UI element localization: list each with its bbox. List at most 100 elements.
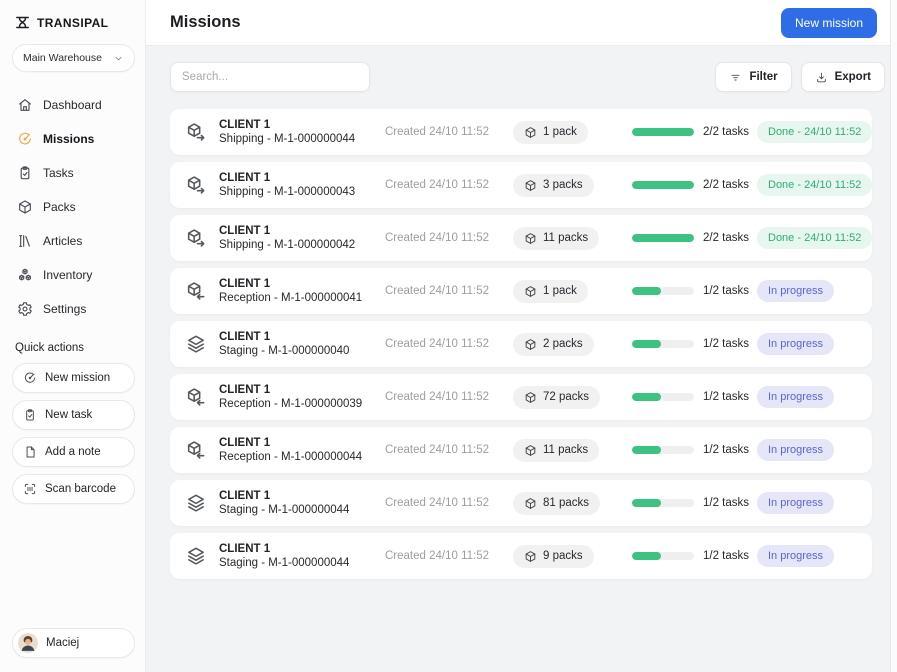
mission-row[interactable]: CLIENT 1Shipping - M-1-000000042Created … <box>170 215 872 261</box>
clipboard-icon <box>17 165 33 181</box>
mission-status-cell: In progress <box>757 280 858 302</box>
mission-packs-cell: 11 packs <box>513 227 632 250</box>
tasks-count: 2/2 tasks <box>703 232 749 244</box>
mission-status-cell: Done - 24/10 11:52 <box>757 174 872 196</box>
target-icon <box>17 131 33 147</box>
progress-bar-fill <box>632 552 661 560</box>
status-badge: In progress <box>757 280 834 302</box>
brand-logo: TRANSIPAL <box>12 14 135 31</box>
mission-created: Created 24/10 11:52 <box>385 232 513 244</box>
staging-layers-icon <box>185 492 207 514</box>
mission-client: CLIENT 1 <box>219 437 362 449</box>
package-icon <box>524 497 537 510</box>
package-icon <box>524 179 537 192</box>
mission-row[interactable]: CLIENT 1Reception - M-1-000000044Created… <box>170 427 872 473</box>
tasks-count: 1/2 tasks <box>703 338 749 350</box>
mission-row[interactable]: CLIENT 1Reception - M-1-000000039Created… <box>170 374 872 420</box>
warehouse-selector-value: Main Warehouse <box>23 52 102 64</box>
sidebar-item-settings[interactable]: Settings <box>12 294 135 324</box>
mission-main: CLIENT 1Shipping - M-1-000000043 <box>185 172 385 198</box>
sidebar: TRANSIPAL Main Warehouse Dashboard Missio… <box>0 0 146 672</box>
mission-created: Created 24/10 11:52 <box>385 497 513 509</box>
status-badge: Done - 24/10 11:52 <box>757 227 872 249</box>
scrollbar-gutter[interactable] <box>890 0 897 672</box>
mission-created: Created 24/10 11:52 <box>385 338 513 350</box>
shipping-box-icon <box>185 121 207 143</box>
status-badge: In progress <box>757 439 834 461</box>
mission-row[interactable]: CLIENT 1 Staging - M-1-000000044 Created 2… <box>170 480 872 526</box>
sidebar-item-label: Settings <box>43 302 86 316</box>
packs-badge: 2 packs <box>513 333 594 356</box>
mission-main: CLIENT 1Reception - M-1-000000039 <box>185 384 385 410</box>
sidebar-item-missions[interactable]: Missions <box>12 124 135 154</box>
sidebar-item-articles[interactable]: Articles <box>12 226 135 256</box>
sidebar-item-packs[interactable]: Packs <box>12 192 135 222</box>
staging-layers-icon <box>185 333 207 355</box>
warehouse-selector[interactable]: Main Warehouse <box>12 44 135 72</box>
transipal-logo-icon <box>14 14 31 31</box>
packs-badge: 1 pack <box>513 121 588 144</box>
progress-bar <box>632 128 694 136</box>
mission-main: CLIENT 1 Staging - M-1-000000040 <box>185 331 385 357</box>
mission-reference: Reception - M-1-000000044 <box>219 451 362 463</box>
package-icon <box>524 444 537 457</box>
mission-reference: Staging - M-1-000000044 <box>219 504 349 516</box>
mission-packs-cell: 2 packs <box>513 333 632 356</box>
mission-created: Created 24/10 11:52 <box>385 550 513 562</box>
mission-packs-cell: 3 packs <box>513 174 632 197</box>
target-icon <box>23 371 37 385</box>
progress-bar-fill <box>632 499 661 507</box>
sidebar-item-label: Inventory <box>43 268 92 282</box>
mission-client: CLIENT 1 <box>219 119 355 131</box>
new-mission-button[interactable]: New mission <box>781 8 877 38</box>
status-badge: Done - 24/10 11:52 <box>757 174 872 196</box>
user-menu[interactable]: Maciej <box>12 628 135 658</box>
packs-badge: 81 packs <box>513 492 600 515</box>
mission-row[interactable]: CLIENT 1Staging - M-1-000000044 Created 2… <box>170 533 872 579</box>
search-input[interactable] <box>170 62 370 92</box>
sidebar-item-inventory[interactable]: Inventory <box>12 260 135 290</box>
mission-reference: Staging - M-1-000000040 <box>219 345 349 357</box>
mission-client: CLIENT 1 <box>219 278 362 290</box>
mission-titles: CLIENT 1Staging - M-1-000000044 <box>219 543 349 569</box>
reception-box-icon <box>185 386 207 408</box>
user-name: Maciej <box>46 637 79 649</box>
mission-progress: 1/2 tasks <box>632 444 757 456</box>
mission-progress: 1/2 tasks <box>632 497 757 509</box>
packs-count: 9 packs <box>543 550 583 562</box>
quick-action-label: New mission <box>45 372 110 384</box>
package-icon <box>524 126 537 139</box>
mission-reference: Shipping - M-1-000000042 <box>219 239 355 251</box>
mission-progress: 2/2 tasks <box>632 179 757 191</box>
download-icon <box>815 71 828 84</box>
toolbar: Filter Export <box>170 62 885 92</box>
progress-bar <box>632 287 694 295</box>
quick-action-new-mission[interactable]: New mission <box>12 363 135 393</box>
mission-progress: 1/2 tasks <box>632 550 757 562</box>
content-area: Filter Export CLIENT 1Shipping - M-1-000… <box>146 46 897 672</box>
packs-count: 72 packs <box>543 391 589 403</box>
mission-row[interactable]: CLIENT 1Reception - M-1-000000041Created… <box>170 268 872 314</box>
mission-client: CLIENT 1 <box>219 331 349 343</box>
mission-client: CLIENT 1 <box>219 490 349 502</box>
progress-bar <box>632 181 694 189</box>
export-button[interactable]: Export <box>801 62 885 92</box>
page-header: Missions New mission <box>146 0 897 46</box>
progress-bar-fill <box>632 181 694 189</box>
home-icon <box>17 97 33 113</box>
sidebar-item-tasks[interactable]: Tasks <box>12 158 135 188</box>
quick-actions-title: Quick actions <box>12 342 135 354</box>
sidebar-item-dashboard[interactable]: Dashboard <box>12 90 135 120</box>
filter-button[interactable]: Filter <box>715 62 791 92</box>
mission-status-cell: In progress <box>757 333 858 355</box>
mission-row[interactable]: CLIENT 1 Staging - M-1-000000040 Created 2… <box>170 321 872 367</box>
quick-action-new-task[interactable]: New task <box>12 400 135 430</box>
mission-row[interactable]: CLIENT 1Shipping - M-1-000000044Created … <box>170 109 872 155</box>
mission-row[interactable]: CLIENT 1Shipping - M-1-000000043Created … <box>170 162 872 208</box>
quick-action-add-a-note[interactable]: Add a note <box>12 437 135 467</box>
mission-reference: Shipping - M-1-000000044 <box>219 133 355 145</box>
progress-bar <box>632 446 694 454</box>
quick-action-scan-barcode[interactable]: Scan barcode <box>12 474 135 504</box>
avatar <box>18 633 38 653</box>
status-badge: In progress <box>757 333 834 355</box>
